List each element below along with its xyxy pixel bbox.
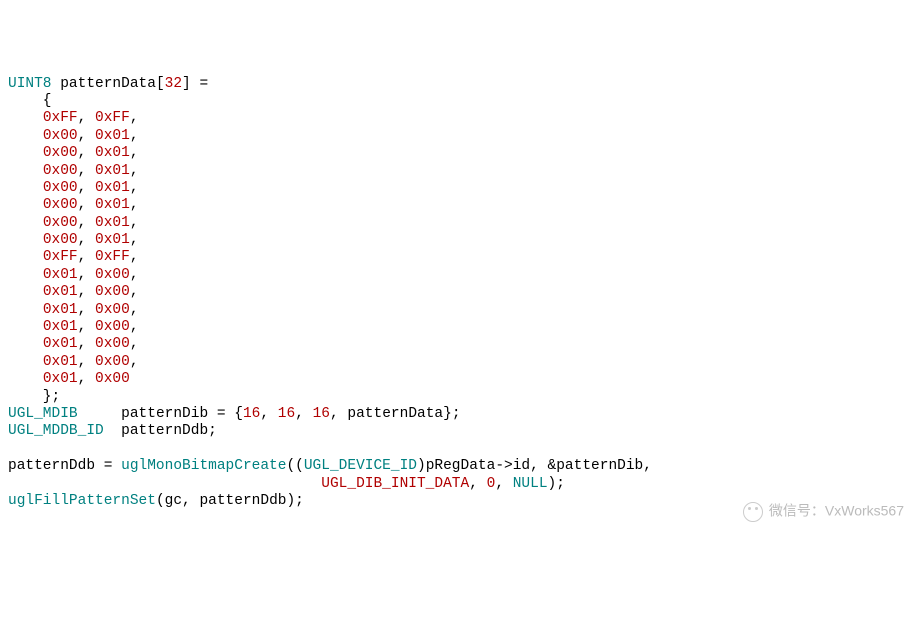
code-block: UINT8 patternData[32] = { 0xFF, 0xFF, 0x… bbox=[8, 76, 916, 511]
